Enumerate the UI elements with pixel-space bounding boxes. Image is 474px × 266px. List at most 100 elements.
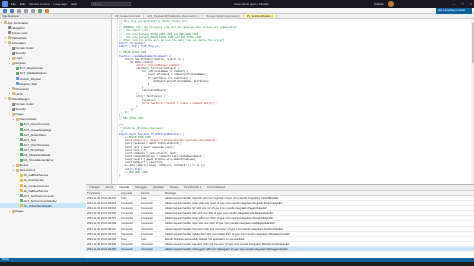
menu-help[interactable]: Help <box>71 2 77 6</box>
editor-tab[interactable]: JS_Create Comment <box>112 14 145 18</box>
tree-item-label: Domain model <box>15 102 34 107</box>
back-icon[interactable] <box>3 8 7 13</box>
log-source: Connector <box>141 242 153 246</box>
tree-item-label: Register <box>15 61 26 66</box>
bottom-tab[interactable]: Variables <box>150 185 167 190</box>
code-line: } <box>119 173 121 177</box>
js-icon <box>19 204 23 208</box>
col-message[interactable]: Message <box>164 191 474 195</box>
log-timestamp: 2021-11-30 16:01:48.037 <box>87 217 116 221</box>
redo-icon[interactable] <box>31 8 35 13</box>
folder-icon <box>11 61 15 65</box>
tree-item-label: DS_ThrowRandomError <box>23 158 54 163</box>
code-editor[interactable]: // This file was generated by Mendix Stu… <box>112 19 474 184</box>
bottom-tab[interactable]: Errors <box>103 185 116 190</box>
log-source: Connector <box>141 227 153 231</box>
act-icon <box>19 194 23 198</box>
log-message: Added request handler '/api/' with root … <box>165 222 276 226</box>
editor-tab[interactable]: Domain Model (Automation) <box>203 14 244 18</box>
log-timestamp: 2021-11-30 16:01:48.046 <box>87 237 116 241</box>
avatar[interactable] <box>388 1 394 7</box>
tree-item-label: Marketplace <box>11 35 27 40</box>
col-source[interactable]: Source <box>140 191 164 195</box>
menu-edit[interactable]: Edit <box>20 2 25 6</box>
folder-icon <box>11 209 15 213</box>
close-icon[interactable]: × <box>470 1 472 7</box>
menu-version-control[interactable]: Version Control <box>29 2 50 6</box>
editor-tab[interactable]: JS_SetClientDetails × <box>243 14 277 18</box>
maximize-icon[interactable]: □ <box>461 1 463 7</box>
log-node: Core <box>121 197 127 200</box>
publish-button[interactable]: Publish <box>374 2 384 6</box>
log-message: Added request handler '/file' with root … <box>165 212 274 216</box>
log-source: Core <box>141 237 147 241</box>
folder-icon <box>11 87 15 91</box>
log-source: Connector <box>141 247 153 251</box>
log-source: Core <box>141 197 147 200</box>
act-icon <box>15 71 19 75</box>
gear-icon <box>7 26 11 30</box>
bottom-tab[interactable]: Find Results 1 <box>181 185 204 190</box>
line-gutter <box>112 19 118 184</box>
tree-item-label: Domain model <box>15 46 34 51</box>
tree-item-label: ACT_ShowPage <box>23 147 45 152</box>
menu-file[interactable]: File <box>11 2 16 6</box>
tree-item-label: Register_Web <box>19 81 38 86</box>
log-node: Connector <box>121 222 133 226</box>
menu-language[interactable]: Language <box>54 2 67 6</box>
minimize-icon[interactable]: – <box>453 1 455 7</box>
js-icon <box>19 189 23 193</box>
log-node: Connector <box>121 217 133 221</box>
tree-item-label: App 'Automation' <box>7 20 29 25</box>
log-message: Added request handler '/odata-doc/' with… <box>165 232 291 236</box>
log-source: Connector <box>141 217 153 221</box>
col-log-node[interactable]: Log node <box>120 191 140 195</box>
col-timestamp[interactable]: Timestamp <box>86 191 120 195</box>
code-lines[interactable]: // This file was generated by Mendix Stu… <box>119 20 469 177</box>
scrollbar-thumb[interactable] <box>471 23 474 63</box>
bottom-tab[interactable]: Debugger <box>132 185 150 190</box>
title-bar: File Edit Version Control Language Help … <box>0 0 474 8</box>
log-timestamp: 2021-11-30 16:01:48.044 <box>87 232 116 236</box>
bottom-tab[interactable]: Stories <box>167 185 181 190</box>
tree-item-label: Login <box>15 56 23 61</box>
tree-item-label: Home <box>15 91 23 96</box>
os-taskbar <box>0 262 474 266</box>
tree-item-label: ACT_ClientOverview <box>23 122 50 127</box>
bottom-tab[interactable]: Changes <box>86 185 103 190</box>
log-timestamp: 2021-11-30 16:01:48.050 <box>87 247 116 251</box>
bottom-tab[interactable]: Console <box>116 185 132 190</box>
log-timestamp: 2021-11-30 16:01:48.039 <box>87 222 116 226</box>
log-row[interactable]: 2021-11-30 16:01:48.050 Connector Connecto… <box>86 246 474 253</box>
js-icon <box>19 178 23 182</box>
tree-item-label: ACT_SetSizeComments <box>23 193 54 198</box>
tree-item-label: Java Actions <box>19 168 36 173</box>
log-node: Connector <box>121 247 133 251</box>
folder-icon <box>11 112 15 116</box>
bottom-tab[interactable]: Find Advanced <box>204 185 228 190</box>
tree-item-label: JA_CallRestService <box>23 173 49 178</box>
log-timestamp: 2021-11-30 16:01:48.034 <box>87 207 116 211</box>
log-message: Added request handler '/p/' with root '/… <box>165 207 268 211</box>
folder-icon <box>15 117 19 121</box>
folder-icon <box>11 92 15 96</box>
log-node: Core <box>121 237 127 241</box>
log-source: Connector <box>141 212 153 216</box>
editor-area: JS_Create Comment ACT_RegisterWithValidat… <box>112 14 474 184</box>
undo-icon[interactable] <box>24 8 28 13</box>
forward-icon[interactable] <box>10 8 14 13</box>
folder-icon <box>7 97 11 101</box>
act-icon <box>19 153 23 157</box>
tree-item-label: Client Actions <box>19 117 37 122</box>
folder-icon <box>15 163 19 167</box>
act-icon <box>19 128 23 132</box>
editor-tab[interactable]: ACT_RegisterWithValidation (Automation) … <box>144 14 204 18</box>
log-message: Added request handler '/openid/' with ro… <box>165 197 279 200</box>
run-icon[interactable] <box>38 8 42 13</box>
tree-item-label: JA_CallRestService <box>23 188 49 193</box>
search-input[interactable]: Search... <box>91 2 132 6</box>
save-icon[interactable] <box>17 8 21 13</box>
act-icon <box>19 133 23 137</box>
stop-icon[interactable] <box>45 8 49 13</box>
log-message: Added request handler '/link/' with root… <box>165 217 274 221</box>
